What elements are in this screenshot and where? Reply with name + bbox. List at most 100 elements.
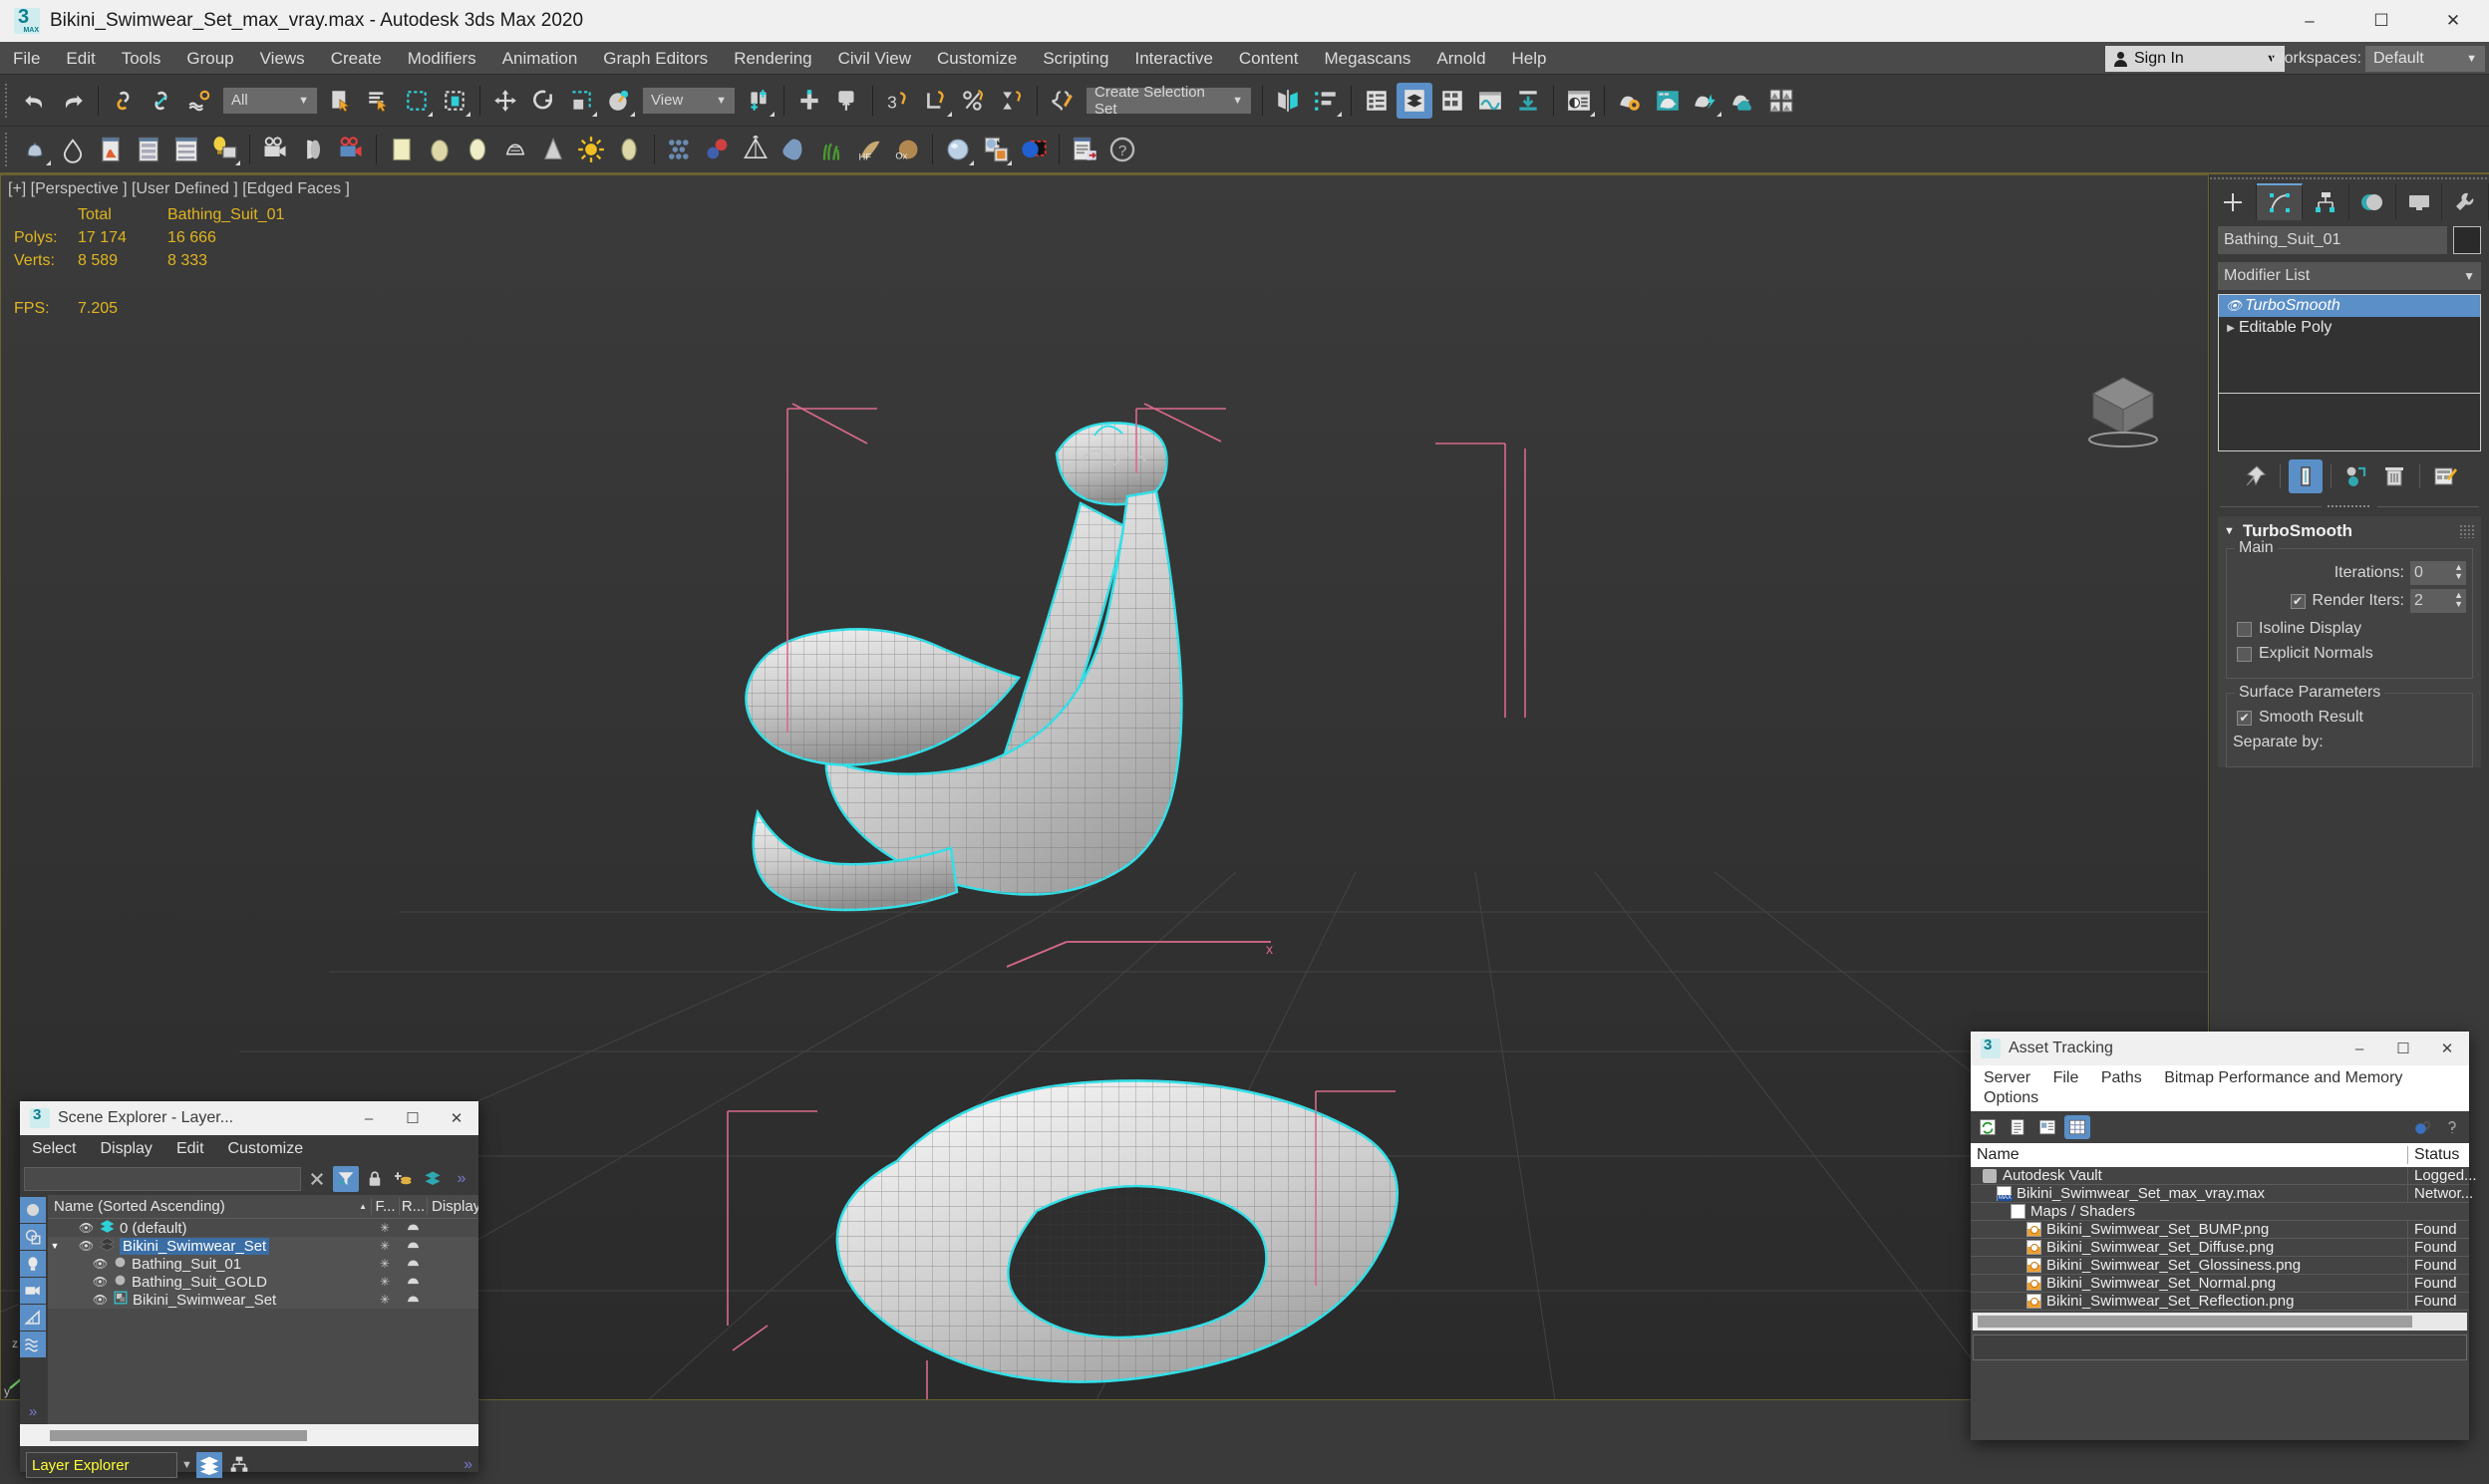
filter-cameras-icon[interactable] bbox=[20, 1278, 46, 1304]
se-menu-customize[interactable]: Customize bbox=[216, 1140, 316, 1158]
chevron-down-icon[interactable]: ▼ bbox=[181, 1459, 192, 1471]
close-button[interactable]: ✕ bbox=[2417, 0, 2489, 42]
grass-object-button[interactable] bbox=[813, 132, 849, 167]
object-name-field[interactable]: Bathing_Suit_01 bbox=[2218, 226, 2447, 254]
at-menu-server[interactable]: Server bbox=[1975, 1068, 2039, 1088]
curve-editor-button[interactable] bbox=[1472, 83, 1508, 119]
render-iters-spinner[interactable]: 2 ▲▼ bbox=[2410, 589, 2466, 613]
snaps-toggle-button[interactable]: 3 bbox=[880, 83, 916, 119]
table-row[interactable]: 👁 0 (default) ✳ bbox=[48, 1219, 478, 1237]
toolbar-grip[interactable] bbox=[4, 133, 12, 166]
table-row[interactable]: 👁 Bikini_Swimwear_Set ✳ bbox=[48, 1291, 478, 1309]
tab-utilities[interactable] bbox=[2442, 183, 2489, 220]
filter-space-warps-icon[interactable] bbox=[20, 1332, 46, 1357]
freeze-icon[interactable]: ✳ bbox=[371, 1257, 399, 1271]
isoline-display-checkbox[interactable] bbox=[2237, 622, 2252, 637]
noise-object-button[interactable] bbox=[776, 132, 811, 167]
scrollbar-thumb[interactable] bbox=[50, 1430, 307, 1441]
select-by-name-button[interactable] bbox=[361, 83, 397, 119]
modifier-stack[interactable]: 👁 TurboSmooth ▶ Editable Poly bbox=[2218, 294, 2481, 394]
column-display[interactable]: Display bbox=[427, 1198, 478, 1215]
standard-primitives-button[interactable] bbox=[17, 132, 53, 167]
renderable-teapot-icon[interactable] bbox=[399, 1257, 427, 1272]
hair-and-fur-button[interactable]: HF bbox=[851, 132, 887, 167]
scene-explorer-list[interactable]: Name (Sorted Ascending) F... R... Displa… bbox=[48, 1195, 478, 1424]
menu-interactive[interactable]: Interactive bbox=[1121, 42, 1225, 75]
at-menu-paths[interactable]: Paths bbox=[2092, 1068, 2151, 1088]
scene-explorer-window[interactable]: Scene Explorer - Layer... – ☐ ✕ Select D… bbox=[20, 1101, 478, 1472]
menu-modifiers[interactable]: Modifiers bbox=[395, 42, 489, 75]
rectangular-selection-region-button[interactable] bbox=[399, 83, 435, 119]
menu-create[interactable]: Create bbox=[318, 42, 395, 75]
physical-camera-button[interactable] bbox=[295, 132, 331, 167]
select-and-scale-button[interactable] bbox=[563, 83, 599, 119]
tab-display[interactable] bbox=[2396, 183, 2443, 220]
menu-file[interactable]: File bbox=[0, 42, 53, 75]
spinner-arrows-icon[interactable]: ▲▼ bbox=[2454, 591, 2463, 609]
help-vault-icon[interactable] bbox=[2409, 1115, 2435, 1139]
show-end-result-button[interactable] bbox=[2289, 459, 2323, 493]
modifier-stack-empty-area[interactable] bbox=[2218, 394, 2481, 451]
menu-edit[interactable]: Edit bbox=[53, 42, 108, 75]
hierarchy-view-button[interactable] bbox=[226, 1452, 252, 1478]
menu-group[interactable]: Group bbox=[173, 42, 246, 75]
render-in-cloud-button[interactable] bbox=[1725, 83, 1761, 119]
isoline-display-row[interactable]: Isoline Display bbox=[2237, 620, 2466, 638]
smooth-result-row[interactable]: ✔ Smooth Result bbox=[2237, 709, 2466, 727]
table-row[interactable]: Bikini_Swimwear_Set_max_vray.max Networ.… bbox=[1971, 1185, 2469, 1203]
footer-overflow-icon[interactable]: » bbox=[464, 1456, 472, 1474]
rendered-frame-window-button[interactable] bbox=[1650, 83, 1686, 119]
menu-megascans[interactable]: Megascans bbox=[1311, 42, 1423, 75]
asset-tracking-close-button[interactable]: ✕ bbox=[2425, 1032, 2469, 1065]
scene-explorer-minimize-button[interactable]: – bbox=[347, 1101, 391, 1135]
freeze-icon[interactable]: ✳ bbox=[371, 1221, 399, 1235]
align-button[interactable] bbox=[829, 83, 865, 119]
select-object-button[interactable] bbox=[323, 83, 359, 119]
add-layer-icon[interactable] bbox=[391, 1166, 417, 1192]
command-panel-grip[interactable] bbox=[2210, 174, 2489, 183]
column-status[interactable]: Status bbox=[2407, 1146, 2469, 1164]
material-editor-button[interactable] bbox=[1561, 83, 1597, 119]
select-and-move-button[interactable] bbox=[487, 83, 523, 119]
filter-helpers-icon[interactable] bbox=[20, 1305, 46, 1331]
spinner-arrows-icon[interactable]: ▲▼ bbox=[2454, 563, 2463, 581]
cloth-object-button[interactable] bbox=[662, 132, 698, 167]
mirror-button[interactable] bbox=[791, 83, 827, 119]
at-menu-options[interactable]: Options bbox=[1975, 1088, 2047, 1108]
molecule-object-button[interactable] bbox=[700, 132, 736, 167]
explicit-normals-row[interactable]: Explicit Normals bbox=[2237, 645, 2466, 663]
freeze-icon[interactable]: ✳ bbox=[371, 1275, 399, 1289]
expander-icon[interactable]: ▼ bbox=[48, 1241, 62, 1251]
chevron-right-icon[interactable]: ▶ bbox=[2223, 323, 2239, 334]
named-selection-sets-input[interactable]: Create Selection Set ▼ bbox=[1087, 88, 1251, 114]
table-row[interactable]: Autodesk Vault Logged... bbox=[1971, 1167, 2469, 1185]
menu-customize[interactable]: Customize bbox=[924, 42, 1030, 75]
ornatrix-object-button[interactable]: Ox bbox=[889, 132, 925, 167]
mirror-geometry-button[interactable] bbox=[1270, 83, 1306, 119]
se-menu-select[interactable]: Select bbox=[20, 1140, 88, 1158]
assign-material-button[interactable] bbox=[1016, 132, 1052, 167]
select-and-rotate-button[interactable] bbox=[525, 83, 561, 119]
egg-object-button[interactable] bbox=[422, 132, 458, 167]
scene-explorer-maximize-button[interactable]: ☐ bbox=[391, 1101, 435, 1135]
spinner-snap-toggle-button[interactable] bbox=[994, 83, 1030, 119]
align-tools-button[interactable] bbox=[1308, 83, 1344, 119]
table-row[interactable]: Bikini_Swimwear_Set_Diffuse.png Found bbox=[1971, 1239, 2469, 1257]
paths-view-icon[interactable] bbox=[2034, 1115, 2060, 1139]
renderable-teapot-icon[interactable] bbox=[399, 1239, 427, 1254]
make-unique-button[interactable] bbox=[2339, 459, 2373, 493]
filter-icon[interactable] bbox=[333, 1166, 359, 1192]
viewport-label[interactable]: [+] [Perspective ] [User Defined ] [Edge… bbox=[8, 180, 350, 198]
remove-modifier-button[interactable] bbox=[2377, 459, 2411, 493]
menu-civil-view[interactable]: Civil View bbox=[825, 42, 924, 75]
table-row[interactable]: Bikini_Swimwear_Set_BUMP.png Found bbox=[1971, 1221, 2469, 1239]
select-and-place-button[interactable] bbox=[601, 83, 637, 119]
layer-view-button[interactable] bbox=[196, 1452, 222, 1478]
renderable-teapot-icon[interactable] bbox=[399, 1293, 427, 1308]
select-and-link-button[interactable] bbox=[106, 83, 142, 119]
ellipsoid-object-button[interactable] bbox=[611, 132, 647, 167]
edit-named-selection-sets-button[interactable] bbox=[1045, 83, 1081, 119]
menu-graph-editors[interactable]: Graph Editors bbox=[590, 42, 721, 75]
toggle-scene-explorer-button[interactable] bbox=[1359, 83, 1395, 119]
menu-arnold[interactable]: Arnold bbox=[1423, 42, 1498, 75]
